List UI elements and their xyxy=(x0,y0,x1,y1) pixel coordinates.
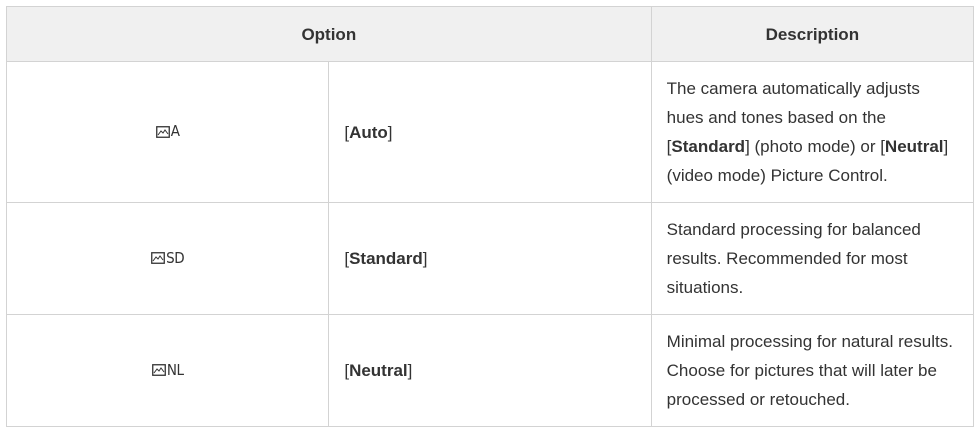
option-column-header: Option xyxy=(6,6,652,62)
description-bold-standard: Standard xyxy=(671,137,746,156)
table-row: A [Auto] The camera automatically adjust… xyxy=(5,61,975,203)
picture-control-suffix: SD xyxy=(166,248,185,267)
icon-cell: SD xyxy=(5,202,330,315)
picture-control-suffix: NL xyxy=(166,360,184,379)
picture-control-frame-icon xyxy=(151,364,166,377)
picture-control-table-container: Option Description A [Auto] The camera a… xyxy=(0,0,977,427)
description-text-part: ] (photo mode) or [ xyxy=(745,137,885,156)
picture-control-neutral-icon: NL xyxy=(151,356,184,385)
option-label: [Standard] xyxy=(344,249,428,268)
description-column-header: Description xyxy=(650,6,975,62)
description-cell: Minimal processing for natural results. … xyxy=(650,314,975,427)
table-row: NL [Neutral] Minimal processing for natu… xyxy=(5,314,975,427)
icon-cell: A xyxy=(5,61,330,203)
option-cell: [Auto] xyxy=(328,61,652,203)
description-cell: Standard processing for balanced results… xyxy=(650,202,975,315)
table-header-row: Option Description xyxy=(6,6,975,62)
picture-control-suffix: A xyxy=(170,122,180,141)
option-cell: [Neutral] xyxy=(328,314,652,427)
option-name: Standard xyxy=(349,249,423,268)
description-bold-neutral: Neutral xyxy=(884,137,944,156)
description-cell: The camera automatically adjusts hues an… xyxy=(650,61,975,203)
option-name: Auto xyxy=(349,122,388,142)
option-label: [Neutral] xyxy=(344,361,413,380)
icon-cell: NL xyxy=(5,314,330,427)
picture-control-frame-icon xyxy=(155,125,170,138)
picture-control-standard-icon: SD xyxy=(151,244,185,273)
picture-control-table: Option Description A [Auto] The camera a… xyxy=(5,6,975,427)
table-row: SD [Standard] Standard processing for ba… xyxy=(5,202,975,315)
option-label: [Auto] xyxy=(344,122,393,142)
option-cell: [Standard] xyxy=(328,202,652,315)
option-name: Neutral xyxy=(349,361,408,380)
picture-control-frame-icon xyxy=(151,252,166,265)
picture-control-auto-icon: A xyxy=(155,117,180,146)
